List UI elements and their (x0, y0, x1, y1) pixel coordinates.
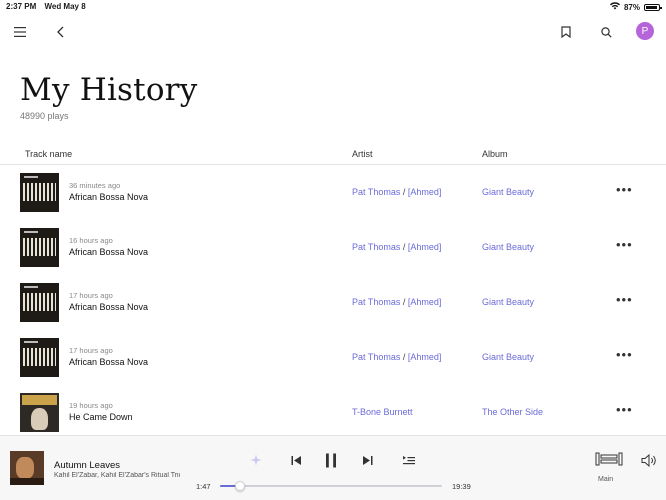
history-row[interactable]: 16 hours ago African Bossa Nova Pat Thom… (0, 220, 666, 275)
top-nav: P (0, 18, 666, 48)
previous-track-icon[interactable] (285, 449, 307, 471)
search-icon[interactable] (594, 20, 618, 44)
artist-links: Pat Thomas / [Ahmed] (352, 352, 441, 362)
battery-icon (644, 3, 662, 11)
artist-link[interactable]: [Ahmed] (408, 352, 442, 362)
history-row[interactable]: 17 hours ago African Bossa Nova Pat Thom… (0, 275, 666, 330)
now-playing-bar: Autumn Leaves Kahil El'Zabar, Kahil El'Z… (0, 435, 666, 500)
played-time: 36 minutes ago (69, 181, 121, 190)
radio-sparkle-icon[interactable] (245, 449, 267, 471)
album-art-giant-beauty[interactable] (20, 228, 59, 267)
artist-separator: / (402, 297, 406, 307)
play-count: 48990 plays (20, 111, 69, 121)
progress-scrubber-handle[interactable] (234, 481, 245, 491)
status-bar: 2:37 PM Wed May 8 87% (0, 0, 666, 14)
artist-link[interactable]: Pat Thomas (352, 297, 400, 307)
history-row[interactable]: 19 hours ago He Came Down T-Bone Burnett… (0, 385, 666, 440)
pause-icon[interactable] (320, 449, 342, 471)
album-art-giant-beauty[interactable] (20, 338, 59, 377)
track-name[interactable]: African Bossa Nova (69, 302, 148, 312)
album-link[interactable]: Giant Beauty (482, 242, 534, 252)
artist-separator: / (402, 187, 406, 197)
column-header-track[interactable]: Track name (25, 149, 72, 159)
more-options-icon[interactable]: ••• (616, 237, 633, 252)
zone-label: Main (598, 476, 614, 483)
album-link[interactable]: Giant Beauty (482, 187, 534, 197)
total-time: 19:39 (452, 482, 471, 491)
track-name[interactable]: African Bossa Nova (69, 192, 148, 202)
track-name[interactable]: He Came Down (69, 412, 133, 422)
artist-link[interactable]: [Ahmed] (408, 242, 442, 252)
artist-links: T-Bone Burnett (352, 407, 413, 417)
album-art-the-other-side[interactable] (20, 393, 59, 432)
bookmark-icon[interactable] (554, 20, 578, 44)
artist-link[interactable]: T-Bone Burnett (352, 407, 413, 417)
battery-percent: 87% (623, 2, 640, 12)
progress-track[interactable] (220, 481, 442, 491)
hamburger-menu-icon[interactable] (8, 20, 32, 44)
page-title: My History (20, 72, 198, 108)
more-options-icon[interactable]: ••• (616, 347, 633, 362)
album-link[interactable]: The Other Side (482, 407, 543, 417)
artist-link[interactable]: Pat Thomas (352, 352, 400, 362)
now-playing-artist[interactable]: Kahil El'Zabar, Kahil El'Zabar's Ritual … (54, 472, 180, 479)
wifi-icon (609, 2, 620, 12)
back-chevron-icon[interactable] (48, 20, 72, 44)
queue-icon[interactable] (398, 449, 420, 471)
artist-links: Pat Thomas / [Ahmed] (352, 187, 441, 197)
column-header-artist[interactable]: Artist (352, 149, 373, 159)
elapsed-time: 1:47 (196, 482, 211, 491)
played-time: 16 hours ago (69, 236, 113, 245)
artist-link[interactable]: [Ahmed] (408, 297, 442, 307)
artist-separator: / (402, 352, 406, 362)
more-options-icon[interactable]: ••• (616, 402, 633, 417)
played-time: 19 hours ago (69, 401, 113, 410)
track-name[interactable]: African Bossa Nova (69, 247, 148, 257)
artist-link[interactable]: Pat Thomas (352, 242, 400, 252)
album-link[interactable]: Giant Beauty (482, 297, 534, 307)
more-options-icon[interactable]: ••• (616, 292, 633, 307)
history-row[interactable]: 17 hours ago African Bossa Nova Pat Thom… (0, 330, 666, 385)
artist-links: Pat Thomas / [Ahmed] (352, 242, 441, 252)
status-time: 2:37 PM (6, 2, 37, 11)
more-options-icon[interactable]: ••• (616, 182, 633, 197)
column-header-album[interactable]: Album (482, 149, 508, 159)
status-date: Wed May 8 (44, 2, 86, 11)
audio-zone-icon[interactable] (594, 448, 624, 470)
now-playing-title[interactable]: Autumn Leaves (54, 460, 120, 471)
now-playing-album-art[interactable] (10, 451, 44, 485)
artist-link[interactable]: [Ahmed] (408, 187, 442, 197)
history-row[interactable]: 36 minutes ago African Bossa Nova Pat Th… (0, 165, 666, 220)
artist-links: Pat Thomas / [Ahmed] (352, 297, 441, 307)
album-art-giant-beauty[interactable] (20, 283, 59, 322)
album-art-giant-beauty[interactable] (20, 173, 59, 212)
avatar[interactable]: P (636, 22, 654, 40)
artist-link[interactable]: Pat Thomas (352, 187, 400, 197)
played-time: 17 hours ago (69, 291, 113, 300)
played-time: 17 hours ago (69, 346, 113, 355)
volume-icon[interactable] (638, 449, 660, 471)
track-name[interactable]: African Bossa Nova (69, 357, 148, 367)
next-track-icon[interactable] (356, 449, 378, 471)
artist-separator: / (402, 242, 406, 252)
album-link[interactable]: Giant Beauty (482, 352, 534, 362)
